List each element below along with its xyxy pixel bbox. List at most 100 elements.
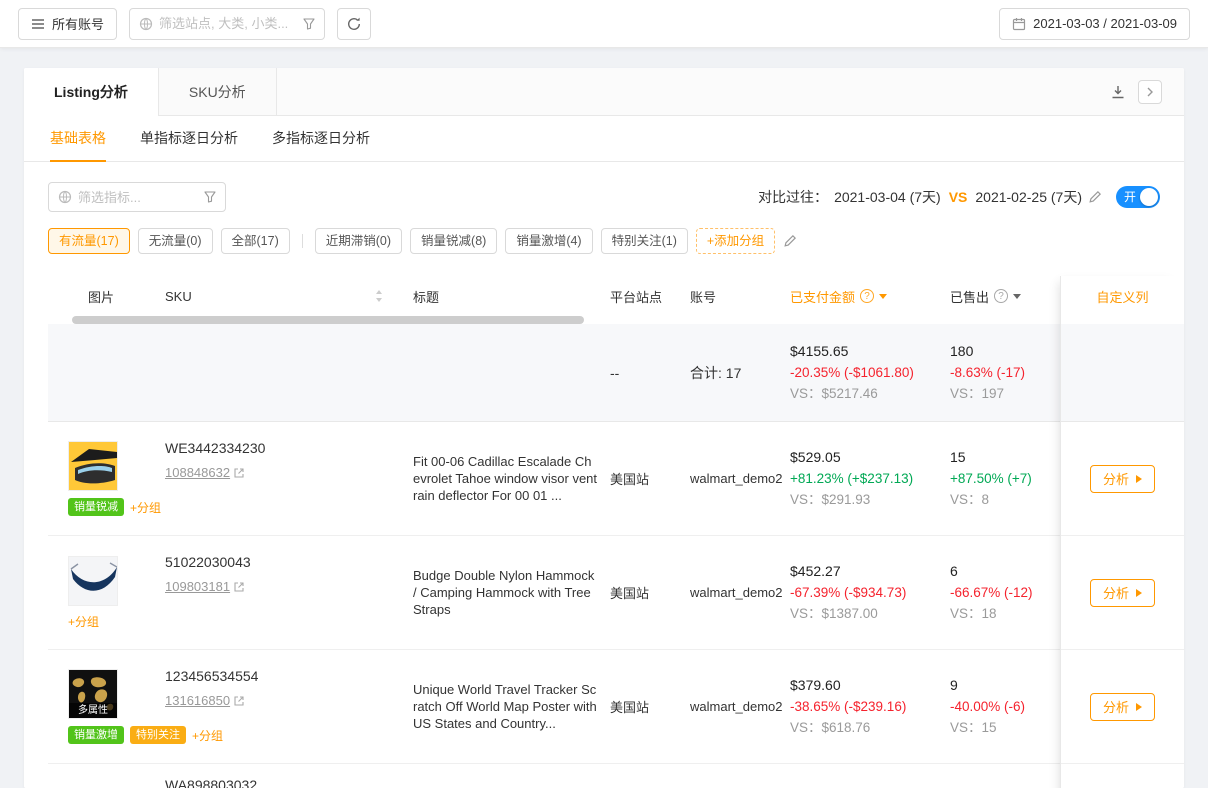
tab-sku-label: SKU分析 <box>189 82 246 102</box>
download-icon[interactable] <box>1110 84 1126 100</box>
listing-id-link[interactable]: 109803181 <box>165 579 244 594</box>
listing-id-link[interactable]: 108848632 <box>165 465 244 480</box>
scrollbar-thumb[interactable] <box>72 316 584 324</box>
play-icon <box>1136 475 1142 483</box>
header-site: 平台站点 <box>610 287 690 306</box>
header-sold[interactable]: 已售出 ? <box>950 287 1060 306</box>
tab-listing-analysis[interactable]: Listing分析 <box>24 68 159 115</box>
paid-vs: VS：$618.76 <box>790 717 950 738</box>
add-group-button[interactable]: +添加分组 <box>696 228 775 254</box>
subtab-single-metric-daily[interactable]: 单指标逐日分析 <box>140 116 238 162</box>
site-filter-input[interactable] <box>129 8 325 40</box>
help-icon: ? <box>994 289 1008 303</box>
analyze-button[interactable]: 分析 <box>1090 579 1155 607</box>
all-accounts-label: 所有账号 <box>52 14 104 33</box>
table-row: 销量锐减 +分组 WE3442334230 108848632 <box>48 422 1060 536</box>
calendar-icon <box>1012 17 1026 31</box>
title-cell: Unique World Travel Tracker Scratch Off … <box>413 681 610 732</box>
analyze-label: 分析 <box>1103 697 1129 716</box>
tab-sku-analysis[interactable]: SKU分析 <box>159 68 277 115</box>
add-to-group-link[interactable]: +分组 <box>68 613 99 630</box>
site-cell: 美国站 <box>610 583 690 602</box>
divider <box>302 234 303 248</box>
product-image[interactable] <box>68 441 118 491</box>
sold-vs: VS：8 <box>950 489 1060 510</box>
subtab-multi-metric-daily[interactable]: 多指标逐日分析 <box>272 116 370 162</box>
compare-toggle[interactable]: 开 <box>1116 186 1160 208</box>
help-icon: ? <box>860 289 874 303</box>
sold-change: +87.50% (+7) <box>950 468 1060 489</box>
analyze-label: 分析 <box>1103 583 1129 602</box>
all-accounts-button[interactable]: 所有账号 <box>18 8 117 40</box>
chip-sales-drop[interactable]: 销量锐减(8) <box>410 228 497 254</box>
paid-change: -20.35% (-$1061.80) <box>790 362 950 383</box>
header-sku[interactable]: SKU <box>165 289 413 304</box>
date-range-label: 2021-03-03 / 2021-03-09 <box>1033 16 1177 31</box>
refresh-icon <box>346 16 362 32</box>
sold-vs: VS：197 <box>950 383 1060 404</box>
chip-sales-surge[interactable]: 销量激增(4) <box>505 228 592 254</box>
paid-vs: VS：$291.93 <box>790 489 950 510</box>
header-custom-columns[interactable]: 自定义列 <box>1061 276 1184 316</box>
topbar: 所有账号 2021-03-03 / 2021-03-09 <box>0 0 1208 48</box>
header-paid-label: 已支付金额 <box>790 287 855 306</box>
subtab-basic-table[interactable]: 基础表格 <box>50 116 106 162</box>
paid-value: $4155.65 <box>790 341 950 362</box>
menu-icon <box>31 18 45 30</box>
metric-filter-input[interactable] <box>48 182 226 212</box>
sku-cell: WA898803032 <box>165 764 413 788</box>
header-sku-label: SKU <box>165 289 192 304</box>
refresh-button[interactable] <box>337 8 371 40</box>
row-badges: +分组 <box>68 613 99 630</box>
chip-has-traffic[interactable]: 有流量(17) <box>48 228 130 254</box>
row-badges: 销量锐减 +分组 <box>68 498 161 516</box>
product-image[interactable] <box>68 556 118 606</box>
product-image[interactable]: 多属性 <box>68 669 118 719</box>
chip-special-watch[interactable]: 特别关注(1) <box>601 228 688 254</box>
listing-table: 图片 SKU 标题 平台站点 账号 已支付金额 ? 已售出 ? <box>24 276 1184 788</box>
site-filter-field[interactable] <box>159 16 297 31</box>
site-cell: 美国站 <box>610 469 690 488</box>
sort-icon[interactable] <box>375 290 383 302</box>
tab-listing-label: Listing分析 <box>54 82 128 102</box>
header-account: 账号 <box>690 287 790 306</box>
chip-no-traffic[interactable]: 无流量(0) <box>138 228 213 254</box>
main-card: Listing分析 SKU分析 基础表格 单指标逐日分析 多指标逐日分析 <box>24 68 1184 788</box>
add-to-group-link[interactable]: +分组 <box>192 727 223 744</box>
metric-filter-field[interactable] <box>78 190 198 205</box>
header-image: 图片 <box>48 287 165 306</box>
paid-change: -67.39% (-$934.73) <box>790 582 950 603</box>
caret-down-icon[interactable] <box>879 294 887 299</box>
toggle-on-label: 开 <box>1124 190 1136 204</box>
listing-id-link[interactable]: 131616850 <box>165 693 244 708</box>
listing-title: Unique World Travel Tracker Scratch Off … <box>413 681 598 732</box>
sku-value: WA898803032 <box>165 777 413 788</box>
toolbar-row: 对比过往： 2021-03-04 (7天) VS 2021-02-25 (7天)… <box>24 162 1184 212</box>
paid-change: +81.23% (+$237.13) <box>790 468 950 489</box>
add-to-group-link[interactable]: +分组 <box>130 499 161 516</box>
analyze-button[interactable]: 分析 <box>1090 465 1155 493</box>
header-paid-amount[interactable]: 已支付金额 ? <box>790 287 950 306</box>
edit-groups-pencil-icon[interactable] <box>783 234 797 248</box>
external-link-icon <box>234 696 244 706</box>
caret-down-icon[interactable] <box>1013 294 1021 299</box>
paid-value: $379.60 <box>790 675 950 696</box>
vs-label: VS <box>949 189 968 205</box>
sold-change: -40.00% (-6) <box>950 696 1060 717</box>
sold-metric: 6 -66.67% (-12) VS：18 <box>950 561 1060 624</box>
analyze-button[interactable]: 分析 <box>1090 693 1155 721</box>
compare-period-previous: 2021-02-25 (7天) <box>975 187 1082 207</box>
summary-sold-metric: 180 -8.63% (-17) VS：197 <box>950 341 1060 404</box>
subtab-bar: 基础表格 单指标逐日分析 多指标逐日分析 <box>24 116 1184 162</box>
edit-pencil-icon[interactable] <box>1088 190 1102 204</box>
paid-vs: VS：$1387.00 <box>790 603 950 624</box>
date-range-button[interactable]: 2021-03-03 / 2021-03-09 <box>999 8 1190 40</box>
expand-button[interactable] <box>1138 80 1162 104</box>
chip-all[interactable]: 全部(17) <box>221 228 290 254</box>
fixed-strip <box>1061 316 1184 324</box>
chip-stagnant[interactable]: 近期滞销(0) <box>315 228 402 254</box>
external-link-icon <box>234 468 244 478</box>
table-row: WA898803032 <box>48 764 1060 788</box>
tab-bar: Listing分析 SKU分析 <box>24 68 1184 116</box>
sold-value: 6 <box>950 561 1060 582</box>
